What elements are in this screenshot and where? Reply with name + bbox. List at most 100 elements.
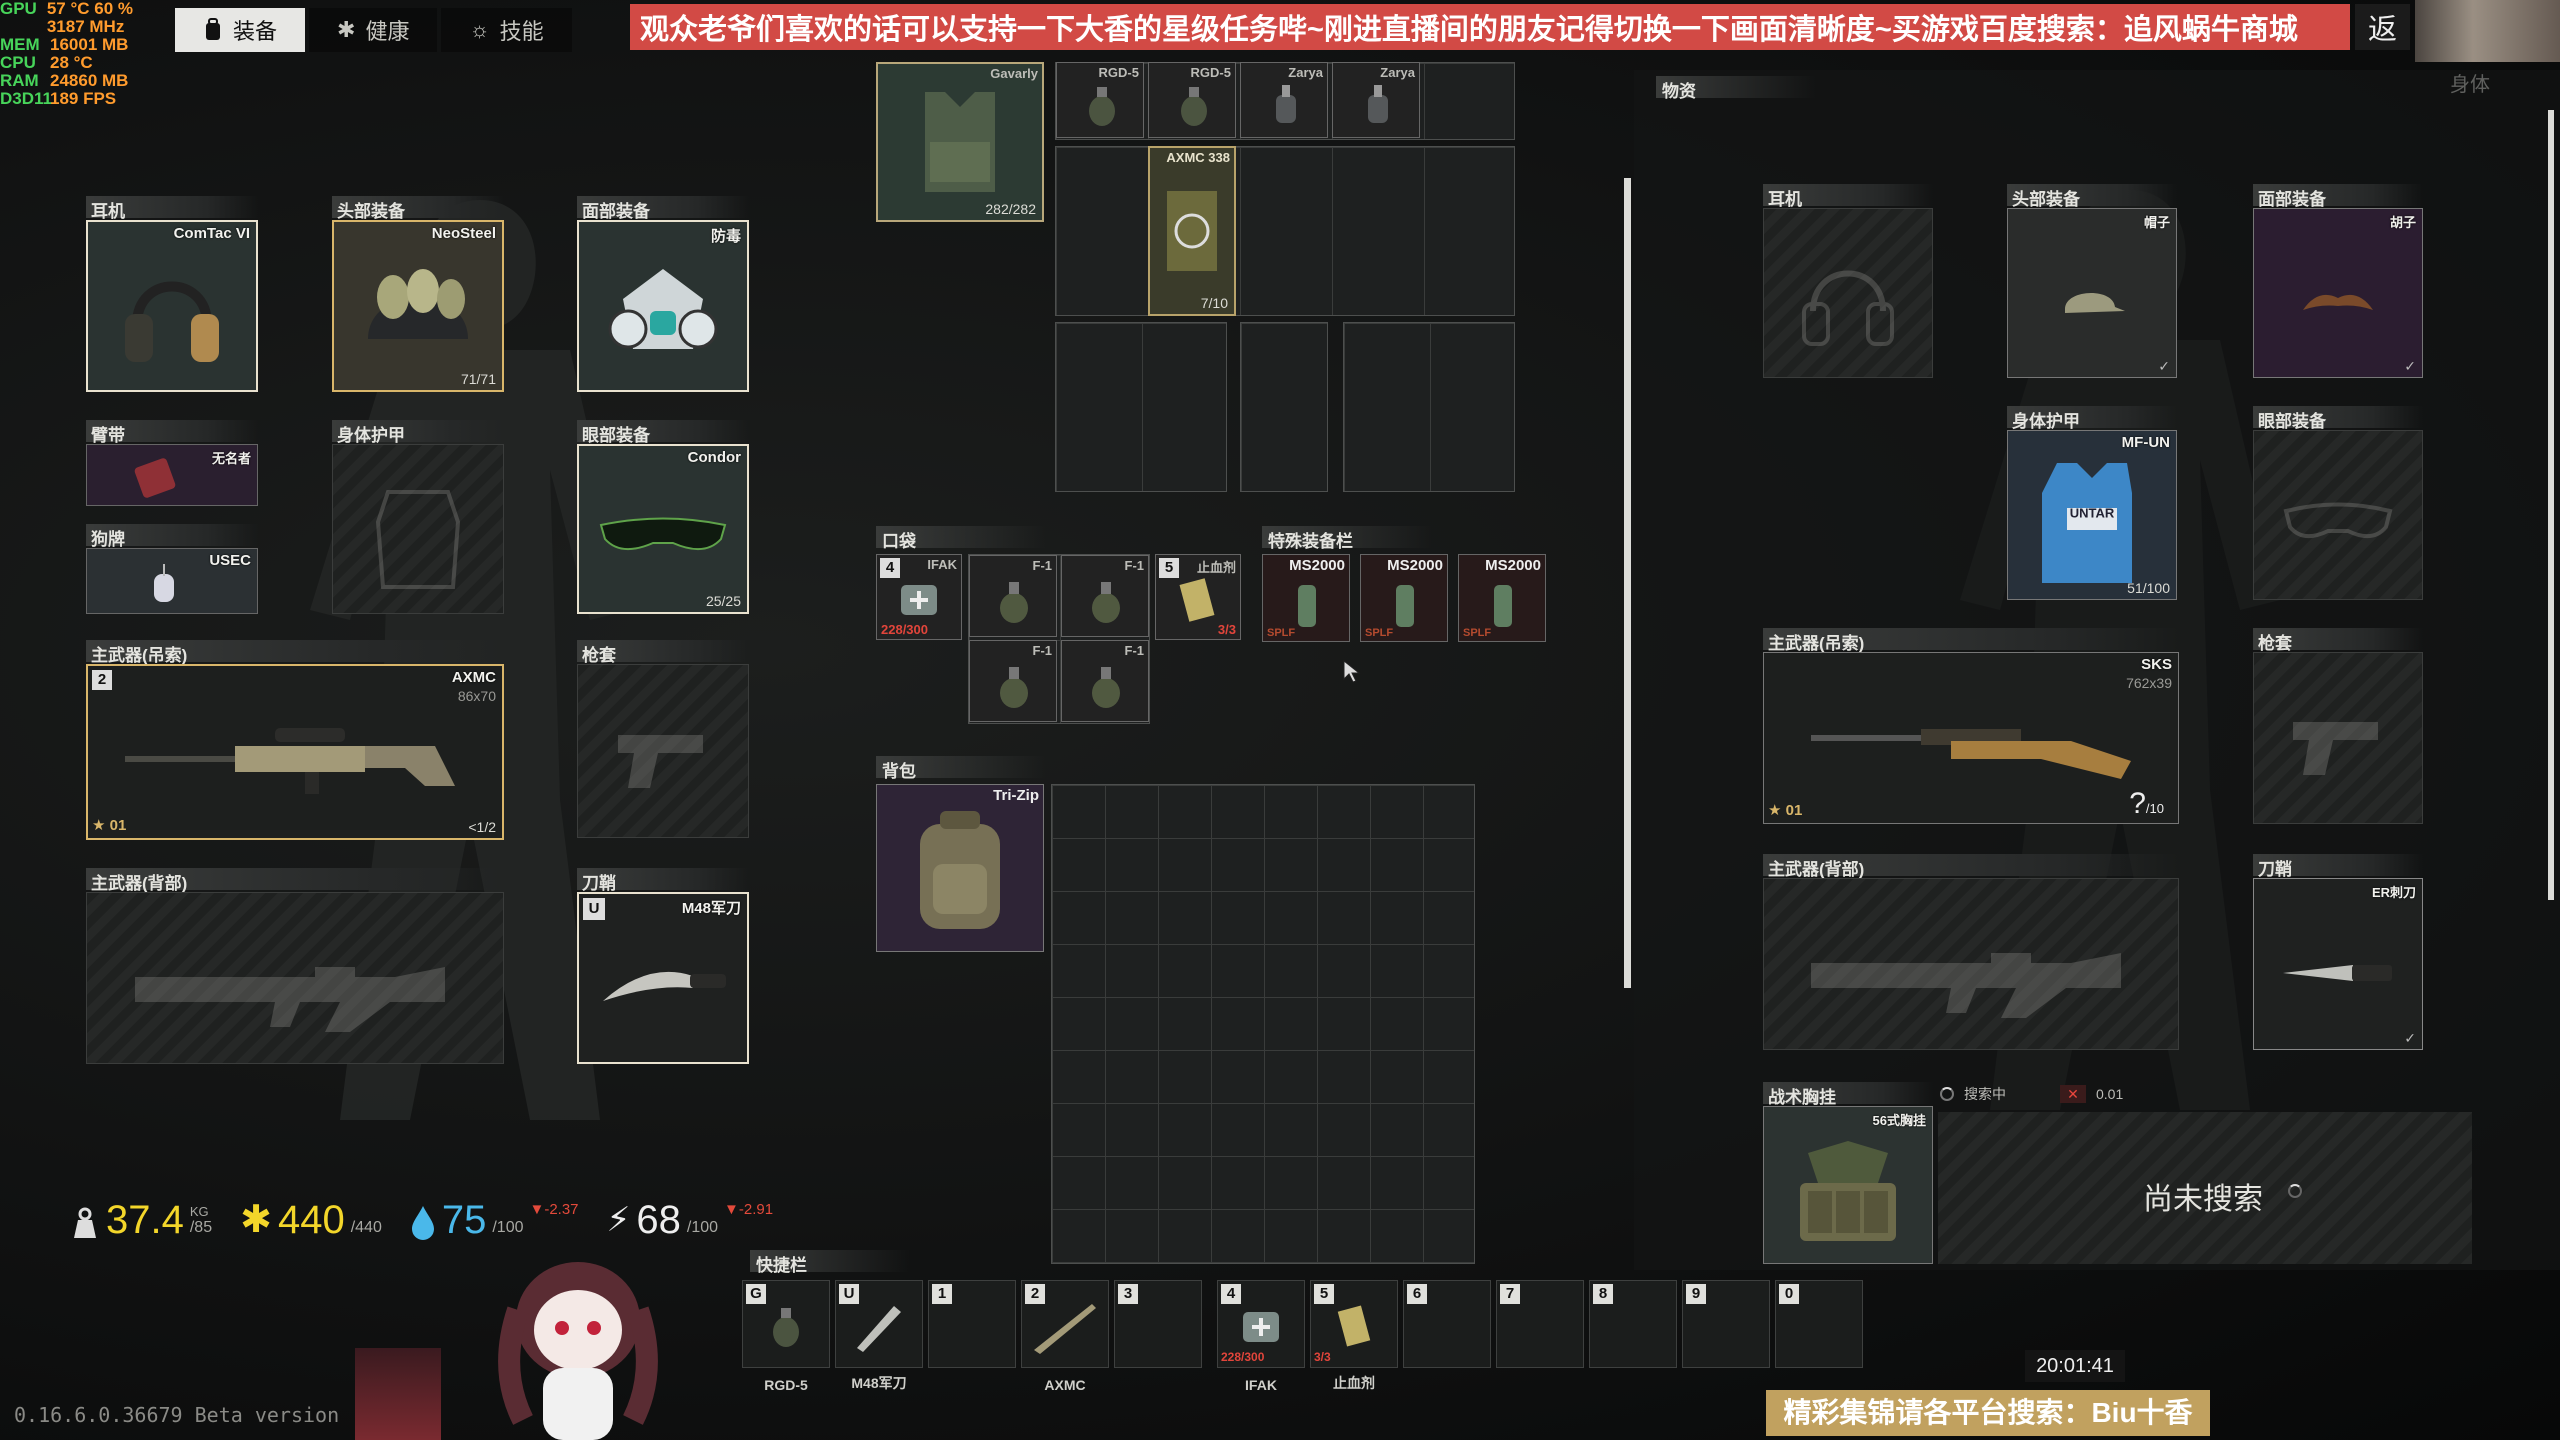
loot-slot-body-armor[interactable]: 身体护甲 MF-UN UNTAR 51/100 [2007, 406, 2177, 600]
sniper-rifle-icon [1034, 1303, 1096, 1354]
pocket-grenade[interactable]: F-1 [1061, 640, 1149, 722]
special-slot[interactable]: MS2000 SPLF [1360, 554, 1448, 642]
rig-grenade-slot[interactable]: RGD-5 [1056, 62, 1144, 138]
backpack-grid [1051, 784, 1475, 1264]
slot-armband[interactable]: 臂带 无名者 [86, 420, 258, 506]
special-slot[interactable]: MS2000 SPLF [1262, 554, 1350, 642]
gas-mask-icon [608, 269, 718, 350]
slot-headset[interactable]: 耳机 ComTac VI [86, 196, 258, 392]
hotbar-slot[interactable]: 5 3/3 止血剂 [1310, 1280, 1398, 1391]
item-name: 止血剂 [1196, 560, 1236, 575]
osd-row: CPU 28 °C [0, 53, 93, 72]
loot-slot-primary-sling[interactable]: 主武器(吊索) SKS 762x39 ★ 01 ?/10 [1763, 628, 2179, 824]
loot-slot-face[interactable]: 面部装备 胡子 ✓ [2253, 184, 2423, 378]
slot-frame: 胡子 ✓ [2253, 208, 2423, 378]
body-armor-placeholder-icon [375, 490, 461, 590]
hotbar-slot[interactable]: 0 [1775, 1280, 1863, 1368]
hotbar-slot[interactable]: 8 [1589, 1280, 1677, 1368]
slot-label: 主武器(吊索) [86, 640, 504, 665]
slot-label: 身体护甲 [332, 420, 504, 445]
grenade-icon [1089, 87, 1115, 126]
special-slot[interactable]: MS2000 SPLF [1458, 554, 1546, 642]
water-drop-icon [411, 1206, 434, 1240]
hotkey: 1 [932, 1284, 952, 1304]
slot-headwear[interactable]: 头部装备 NeoSteel 71/71 [332, 196, 504, 392]
tab-health[interactable]: ✱ 健康 [309, 8, 438, 52]
loot-slot-tactical-rig[interactable]: 战术胸挂 56式胸挂 [1763, 1082, 1933, 1264]
hotbar-slot[interactable]: 9 [1682, 1280, 1770, 1368]
marker-icon [1396, 585, 1414, 627]
health-max: /440 [350, 1219, 382, 1236]
item-durability: 71/71 [460, 371, 496, 387]
item-name: MF-UN [2121, 434, 2170, 451]
hotbar-slot[interactable]: 3 [1114, 1280, 1202, 1368]
rig-flashbang-slot[interactable]: Zarya [1332, 62, 1420, 138]
special-tag: SPLF [1463, 627, 1492, 639]
backpack-item[interactable]: Tri-Zip [876, 784, 1044, 952]
pockets-header: 口袋 [876, 526, 1046, 551]
back-button[interactable]: 返 [2355, 4, 2410, 50]
pocket-grenade[interactable]: F-1 [969, 640, 1057, 722]
slot-holster[interactable]: 枪套 [577, 640, 749, 838]
item-name: Zarya [1380, 65, 1415, 80]
magazine-count: 7/10 [1200, 295, 1228, 311]
slot-dogtag[interactable]: 狗牌 USEC [86, 524, 258, 614]
rig-grid-bottom-a [1055, 322, 1227, 492]
loot-scrollbar[interactable] [2548, 110, 2554, 900]
rig-magazine-slot[interactable]: AXMC 338 7/10 [1148, 146, 1236, 316]
pistol-placeholder-icon [2293, 721, 2378, 775]
rig-item[interactable]: Gavarly 282/282 [876, 62, 1044, 222]
middle-scrollbar[interactable] [1624, 178, 1631, 988]
slot-label: 主武器(背部) [1763, 854, 2179, 879]
pocket-ifak[interactable]: 4 IFAK 228/300 [876, 554, 962, 640]
slot-face[interactable]: 面部装备 防毒 [577, 196, 749, 392]
hotbar-slot[interactable]: G RGD-5 [742, 1280, 830, 1393]
check-icon: ✓ [2158, 358, 2170, 374]
slot-frame [332, 444, 504, 614]
item-name: SKS [2141, 656, 2172, 673]
loot-slot-eyewear[interactable]: 眼部装备 [2253, 406, 2423, 600]
hotbar-slot[interactable]: 6 [1403, 1280, 1491, 1368]
slot-primary-sling[interactable]: 主武器(吊索) 2 AXMC 86x70 ★ 01 <1/2 [86, 640, 504, 840]
slot-sheath[interactable]: 刀鞘 U M48军刀 [577, 868, 749, 1064]
hotbar-slot[interactable]: 7 [1496, 1280, 1584, 1368]
hotbar-label: M48军刀 [851, 1375, 907, 1391]
slot-eyewear[interactable]: 眼部装备 Condor 25/25 [577, 420, 749, 614]
loot-slot-headwear[interactable]: 头部装备 帽子 ✓ [2007, 184, 2177, 378]
pocket-grenade[interactable]: F-1 [1061, 555, 1149, 637]
slot-label: 主武器(吊索) [1763, 628, 2179, 653]
unsearched-container: 尚未搜索 [1938, 1112, 2472, 1264]
pocket-tourniquet[interactable]: 5 止血剂 3/3 [1155, 554, 1241, 640]
hotkey: 5 [1314, 1284, 1334, 1304]
tab-skills[interactable]: ☼ 技能 [441, 8, 572, 52]
loot-slot-sheath[interactable]: 刀鞘 ER刺刀 ✓ [2253, 854, 2423, 1050]
hotbar-slot[interactable]: 1 [928, 1280, 1016, 1368]
health-cross-icon: ✱ [240, 1199, 272, 1241]
energy-bolt-icon: ⚡ [606, 1201, 631, 1239]
slot-frame: NeoSteel 71/71 [332, 220, 504, 392]
cancel-search-button[interactable]: ✕ [2060, 1085, 2086, 1103]
hotbar-slot[interactable]: 2 AXMC [1021, 1280, 1109, 1393]
loot-slot-primary-back[interactable]: 主武器(背部) [1763, 854, 2179, 1050]
loot-slot-holster[interactable]: 枪套 [2253, 628, 2423, 824]
osd-row: MEM 16001 MB [0, 35, 129, 54]
tab-gear[interactable]: 装备 [175, 8, 306, 52]
special-slots-header: 特殊装备栏 [1262, 526, 1432, 551]
hotbar-slot[interactable]: U M48军刀 [835, 1280, 923, 1391]
slot-frame [1763, 208, 1933, 378]
pocket-grenade[interactable]: F-1 [969, 555, 1057, 637]
skills-icon: ☼ [469, 17, 490, 42]
item-name: 帽子 [2143, 215, 2170, 230]
slot-body-armor[interactable]: 身体护甲 [332, 420, 504, 614]
loot-slot-headset[interactable]: 耳机 [1763, 184, 1933, 378]
item-name: Tri-Zip [993, 787, 1039, 804]
check-icon: ✓ [2404, 1030, 2416, 1046]
rig-flashbang-slot[interactable]: Zarya [1240, 62, 1328, 138]
slot-primary-back[interactable]: 主武器(背部) [86, 868, 504, 1064]
slot-label: 主武器(背部) [86, 868, 504, 893]
grenade-icon [1092, 667, 1120, 708]
bayonet-icon [2283, 964, 2392, 981]
hotbar-slot[interactable]: 4 228/300 IFAK [1217, 1280, 1305, 1393]
glasses-placeholder-icon [2283, 502, 2393, 539]
rig-grenade-slot[interactable]: RGD-5 [1148, 62, 1236, 138]
